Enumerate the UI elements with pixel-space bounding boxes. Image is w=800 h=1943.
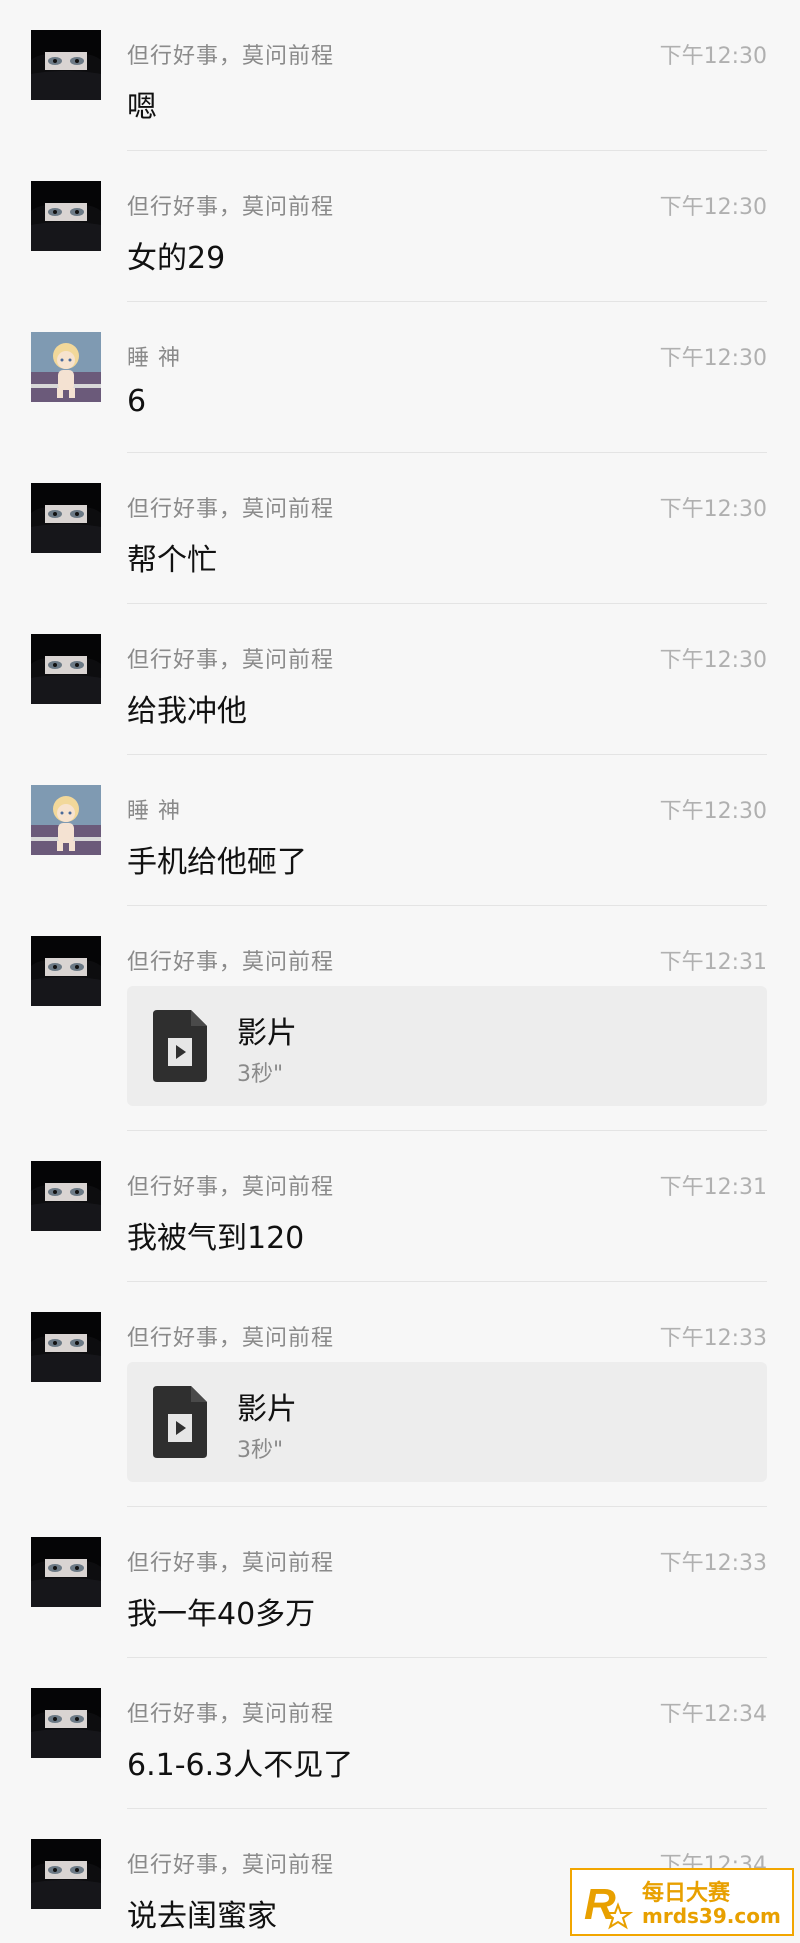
dark-hair-avatar-icon bbox=[31, 1839, 101, 1909]
sender-name: 但行好事，莫问前程 bbox=[127, 1326, 335, 1351]
message-text: 我被气到120 bbox=[127, 1221, 305, 1256]
dark-hair-avatar-icon bbox=[31, 1688, 101, 1758]
message-time: 下午12:31 bbox=[659, 950, 767, 975]
message-text: 女的29 bbox=[127, 241, 226, 276]
message-text: 手机给他砸了 bbox=[127, 845, 307, 880]
message-text: 我一年40多万 bbox=[127, 1597, 316, 1632]
avatar[interactable] bbox=[31, 1161, 101, 1231]
message-text: 6 bbox=[127, 384, 147, 419]
file-name: 影片 bbox=[237, 1392, 297, 1427]
message-text: 嗯 bbox=[127, 90, 157, 125]
file-duration: 3秒" bbox=[237, 1062, 284, 1087]
sender-name: 但行好事，莫问前程 bbox=[127, 1175, 335, 1200]
avatar[interactable] bbox=[31, 483, 101, 553]
message-text: 帮个忙 bbox=[127, 543, 217, 578]
message-item[interactable]: 但行好事，莫问前程 下午12:33 我一年40多万 bbox=[0, 1507, 800, 1658]
message-item[interactable]: 但行好事，莫问前程 下午12:31 影片 3秒" bbox=[0, 906, 800, 1131]
avatar[interactable] bbox=[31, 785, 101, 855]
avatar[interactable] bbox=[31, 1537, 101, 1607]
avatar[interactable] bbox=[31, 1312, 101, 1382]
message-time: 下午12:31 bbox=[659, 1175, 767, 1200]
dark-hair-avatar-icon bbox=[31, 1161, 101, 1231]
dark-hair-avatar-icon bbox=[31, 181, 101, 251]
blonde-child-avatar-icon bbox=[31, 785, 101, 855]
message-item[interactable]: 但行好事，莫问前程 下午12:31 我被气到120 bbox=[0, 1131, 800, 1282]
message-time: 下午12:33 bbox=[659, 1551, 767, 1576]
file-duration: 3秒" bbox=[237, 1438, 284, 1463]
sender-name: 但行好事，莫问前程 bbox=[127, 950, 335, 975]
video-file-card[interactable]: 影片 3秒" bbox=[127, 1362, 767, 1482]
message-time: 下午12:30 bbox=[659, 44, 767, 69]
message-time: 下午12:30 bbox=[659, 799, 767, 824]
dark-hair-avatar-icon bbox=[31, 30, 101, 100]
video-file-icon bbox=[153, 1386, 207, 1458]
watermark-logo-icon: R bbox=[580, 1875, 636, 1931]
sender-name: 但行好事，莫问前程 bbox=[127, 44, 335, 69]
file-name: 影片 bbox=[237, 1016, 297, 1051]
avatar[interactable] bbox=[31, 1839, 101, 1909]
message-text: 给我冲他 bbox=[127, 694, 247, 729]
message-item[interactable]: 但行好事，莫问前程 下午12:30 帮个忙 bbox=[0, 453, 800, 604]
message-time: 下午12:30 bbox=[659, 648, 767, 673]
message-time: 下午12:30 bbox=[659, 195, 767, 220]
sender-name: 但行好事，莫问前程 bbox=[127, 648, 335, 673]
sender-name: 但行好事，莫问前程 bbox=[127, 195, 335, 220]
message-item[interactable]: 但行好事，莫问前程 下午12:34 6.1-6.3人不见了 bbox=[0, 1658, 800, 1809]
sender-name: 但行好事，莫问前程 bbox=[127, 1551, 335, 1576]
sender-name: 但行好事，莫问前程 bbox=[127, 1853, 335, 1878]
dark-hair-avatar-icon bbox=[31, 936, 101, 1006]
video-file-icon bbox=[153, 1010, 207, 1082]
dark-hair-avatar-icon bbox=[31, 1537, 101, 1607]
sender-name: 但行好事，莫问前程 bbox=[127, 497, 335, 522]
message-time: 下午12:30 bbox=[659, 346, 767, 371]
message-item[interactable]: 但行好事，莫问前程 下午12:30 给我冲他 bbox=[0, 604, 800, 755]
watermark-url: mrds39.com bbox=[642, 1904, 781, 1928]
message-item[interactable]: 睡 神 下午12:30 手机给他砸了 bbox=[0, 755, 800, 906]
avatar[interactable] bbox=[31, 332, 101, 402]
avatar[interactable] bbox=[31, 634, 101, 704]
dark-hair-avatar-icon bbox=[31, 634, 101, 704]
video-file-card[interactable]: 影片 3秒" bbox=[127, 986, 767, 1106]
message-text: 说去闺蜜家 bbox=[127, 1899, 277, 1934]
watermark: R 每日大赛 mrds39.com bbox=[570, 1868, 794, 1936]
message-item[interactable]: 但行好事，莫问前程 下午12:30 嗯 bbox=[0, 0, 800, 151]
message-time: 下午12:33 bbox=[659, 1326, 767, 1351]
message-time: 下午12:34 bbox=[659, 1702, 767, 1727]
dark-hair-avatar-icon bbox=[31, 483, 101, 553]
message-item[interactable]: 睡 神 下午12:30 6 bbox=[0, 302, 800, 453]
sender-name: 睡 神 bbox=[127, 346, 181, 371]
sender-name: 睡 神 bbox=[127, 799, 181, 824]
message-text: 6.1-6.3人不见了 bbox=[127, 1748, 354, 1783]
dark-hair-avatar-icon bbox=[31, 1312, 101, 1382]
message-item[interactable]: 但行好事，莫问前程 下午12:33 影片 3秒" bbox=[0, 1282, 800, 1507]
blonde-child-avatar-icon bbox=[31, 332, 101, 402]
message-item[interactable]: 但行好事，莫问前程 下午12:30 女的29 bbox=[0, 151, 800, 302]
sender-name: 但行好事，莫问前程 bbox=[127, 1702, 335, 1727]
avatar[interactable] bbox=[31, 1688, 101, 1758]
avatar[interactable] bbox=[31, 936, 101, 1006]
avatar[interactable] bbox=[31, 30, 101, 100]
avatar[interactable] bbox=[31, 181, 101, 251]
watermark-title: 每日大赛 bbox=[642, 1881, 731, 1906]
message-time: 下午12:30 bbox=[659, 497, 767, 522]
